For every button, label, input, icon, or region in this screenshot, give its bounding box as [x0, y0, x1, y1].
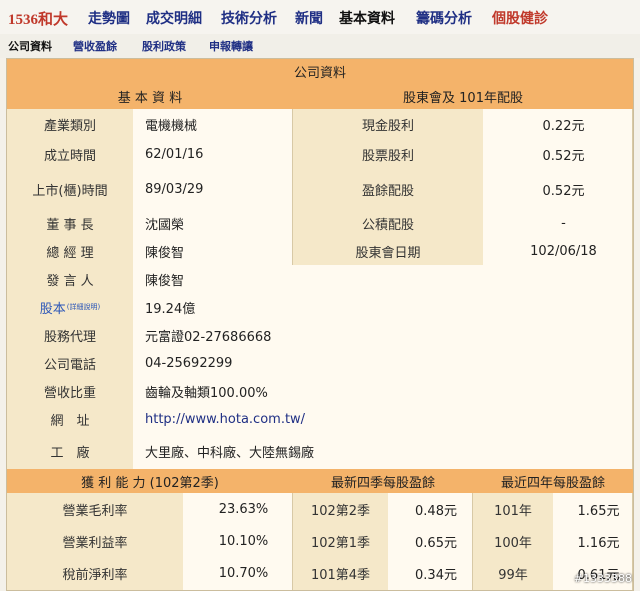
- watermark: #1333388: [573, 572, 632, 585]
- nav-trend-chart[interactable]: 走勢圖: [88, 8, 130, 28]
- quarter-102q2-value: 0.48元: [388, 493, 473, 525]
- pretax-margin-value: 10.70%: [183, 557, 293, 590]
- cash-dividend-value: 0.22元: [483, 109, 633, 139]
- founded-date-value: 62/01/16: [133, 139, 293, 169]
- spokesperson-label: 發 言 人: [7, 265, 134, 293]
- listing-date-value: 89/03/29: [133, 169, 293, 209]
- operating-margin-value: 10.10%: [183, 525, 293, 557]
- shareholder-meeting-date-value: 102/06/18: [483, 237, 633, 265]
- general-manager-value: 陳俊智: [133, 237, 293, 265]
- quarter-101q4-label: 101第4季: [293, 557, 389, 590]
- revenue-share-label: 營收比重: [7, 377, 134, 405]
- nav-news[interactable]: 新聞: [295, 8, 323, 28]
- year-99-label: 99年: [473, 557, 554, 590]
- earnings-stock-dividend-value: 0.52元: [483, 169, 633, 209]
- quarter-102q2-label: 102第2季: [293, 493, 389, 525]
- shareholder-meeting-header: 股東會及 101年配股: [293, 83, 633, 109]
- year-101-label: 101年: [473, 493, 554, 525]
- nav-transaction-details[interactable]: 成交明細: [146, 8, 202, 28]
- operating-margin-label: 營業利益率: [7, 525, 184, 557]
- latest-four-years-header: 最近四年每股盈餘: [473, 469, 633, 493]
- gross-margin-label: 營業毛利率: [7, 493, 184, 525]
- spokesperson-value: 陳俊智: [133, 265, 633, 293]
- chairman-label: 董 事 長: [7, 209, 134, 237]
- company-title: 公司資料: [7, 59, 633, 83]
- website-value-cell: http://www.hota.com.tw/: [133, 405, 633, 433]
- capital-label-link[interactable]: 股本: [40, 298, 66, 317]
- year-101-value: 1.65元: [553, 493, 633, 525]
- industry-category-label: 產業類別: [7, 109, 134, 139]
- subnav-company-data[interactable]: 公司資料: [8, 38, 52, 54]
- share-agent-label: 股務代理: [7, 321, 134, 349]
- founded-date-label: 成立時間: [7, 139, 134, 169]
- earnings-stock-dividend-label: 盈餘配股: [293, 169, 484, 209]
- top-navigation: 1536和大 走勢圖 成交明細 技術分析 新聞 基本資料 籌碼分析 個股健診: [0, 0, 640, 35]
- profitability-header: 獲 利 能 力 (102第2季): [7, 469, 293, 493]
- website-label: 網 址: [7, 405, 134, 433]
- share-agent-value: 元富證02-27686668: [133, 321, 633, 349]
- general-manager-label: 總 經 理: [7, 237, 134, 265]
- company-phone-value: 04-25692299: [133, 349, 633, 377]
- revenue-share-value: 齒輪及軸類100.00%: [133, 377, 633, 405]
- chairman-value: 沈國榮: [133, 209, 293, 237]
- cash-dividend-label: 現金股利: [293, 109, 484, 139]
- factory-value: 大里廠、中科廠、大陸無錫廠: [133, 433, 633, 469]
- subnav-transfer-report[interactable]: 申報轉讓: [209, 38, 253, 54]
- year-100-value: 1.16元: [553, 525, 633, 557]
- factory-label: 工 廠: [7, 433, 134, 469]
- nav-stock-checkup[interactable]: 個股健診: [492, 8, 548, 28]
- shareholder-meeting-date-label: 股東會日期: [293, 237, 484, 265]
- quarter-102q1-value: 0.65元: [388, 525, 473, 557]
- stock-dividend-label: 股票股利: [293, 139, 484, 169]
- company-phone-label: 公司電話: [7, 349, 134, 377]
- nav-technical-analysis[interactable]: 技術分析: [221, 8, 277, 28]
- basic-data-header: 基 本 資 料: [7, 83, 293, 109]
- capital-reserve-dividend-value: -: [483, 209, 633, 237]
- subnav-revenue-earnings[interactable]: 營收盈餘: [73, 38, 117, 54]
- company-info-table: 公司資料 基 本 資 料 股東會及 101年配股 產業類別 電機機械 現金股利 …: [6, 58, 634, 591]
- stock-label: 1536和大: [8, 12, 69, 28]
- nav-chip-analysis[interactable]: 籌碼分析: [416, 8, 472, 28]
- stock-dividend-value: 0.52元: [483, 139, 633, 169]
- industry-category-value: 電機機械: [133, 109, 293, 139]
- capital-reserve-dividend-label: 公積配股: [293, 209, 484, 237]
- website-link[interactable]: http://www.hota.com.tw/: [145, 412, 305, 427]
- profitability-grid: 獲 利 能 力 (102第2季) 最新四季每股盈餘 最近四年每股盈餘 營業毛利率…: [7, 469, 633, 590]
- capital-value: 19.24億: [133, 293, 633, 321]
- subnav-dividend-policy[interactable]: 股利政策: [142, 38, 186, 54]
- latest-four-quarters-header: 最新四季每股盈餘: [293, 469, 473, 493]
- year-100-label: 100年: [473, 525, 554, 557]
- sub-navigation: 公司資料 營收盈餘 股利政策 申報轉讓: [0, 34, 640, 58]
- listing-date-label: 上市(櫃)時間: [7, 169, 134, 209]
- capital-detail-link[interactable]: (詳細說明): [67, 302, 100, 312]
- nav-basic-data[interactable]: 基本資料: [339, 8, 395, 28]
- gross-margin-value: 23.63%: [183, 493, 293, 525]
- capital-label-cell: 股本 (詳細說明): [7, 293, 134, 321]
- pretax-margin-label: 稅前淨利率: [7, 557, 184, 590]
- quarter-101q4-value: 0.34元: [388, 557, 473, 590]
- quarter-102q1-label: 102第1季: [293, 525, 389, 557]
